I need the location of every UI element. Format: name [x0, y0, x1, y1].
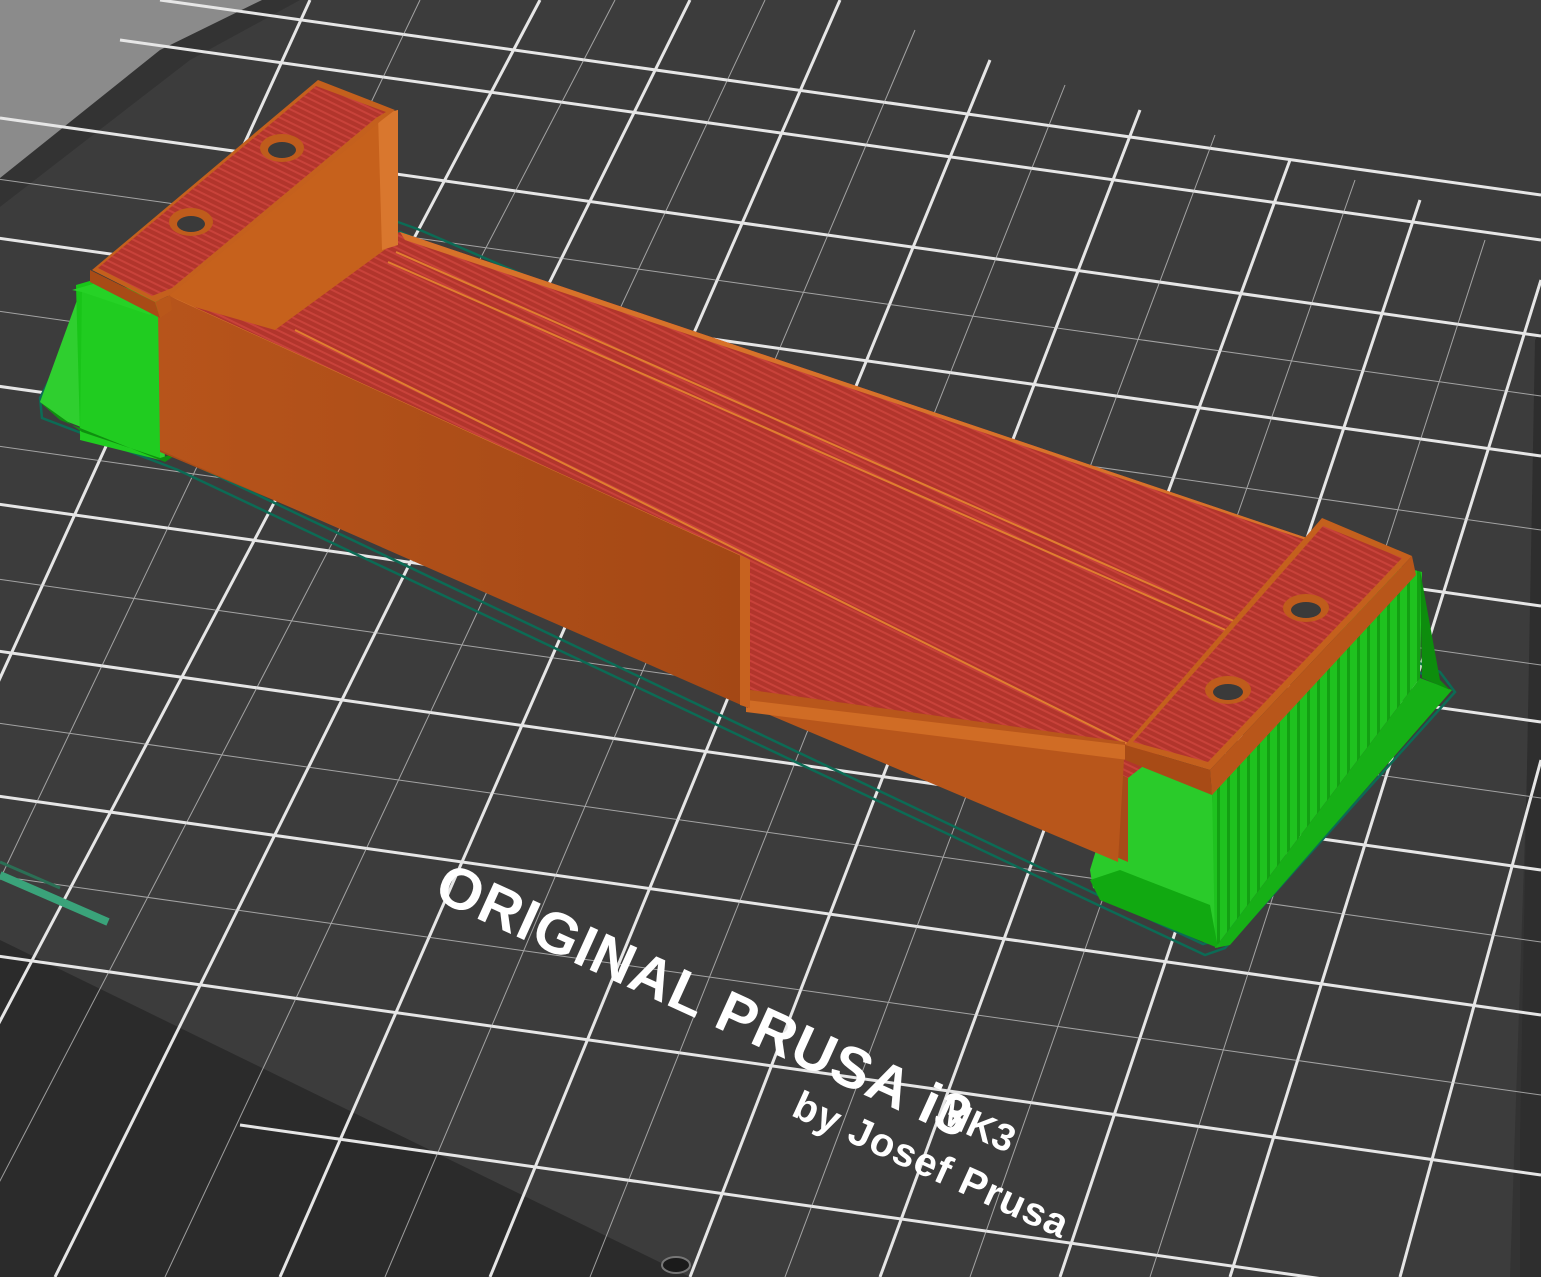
- 3d-viewport[interactable]: ORIGINAL PRUSA i3 MK3 by Josef Prusa: [0, 0, 1541, 1277]
- 3d-scene[interactable]: ORIGINAL PRUSA i3 MK3 by Josef Prusa: [0, 0, 1541, 1277]
- mount-hole-inner: [268, 142, 296, 158]
- bed-mount-hole-icon: [661, 1256, 691, 1274]
- mount-hole-inner: [177, 216, 205, 232]
- mount-hole-inner: [1291, 602, 1321, 618]
- mount-hole-inner: [1213, 684, 1243, 700]
